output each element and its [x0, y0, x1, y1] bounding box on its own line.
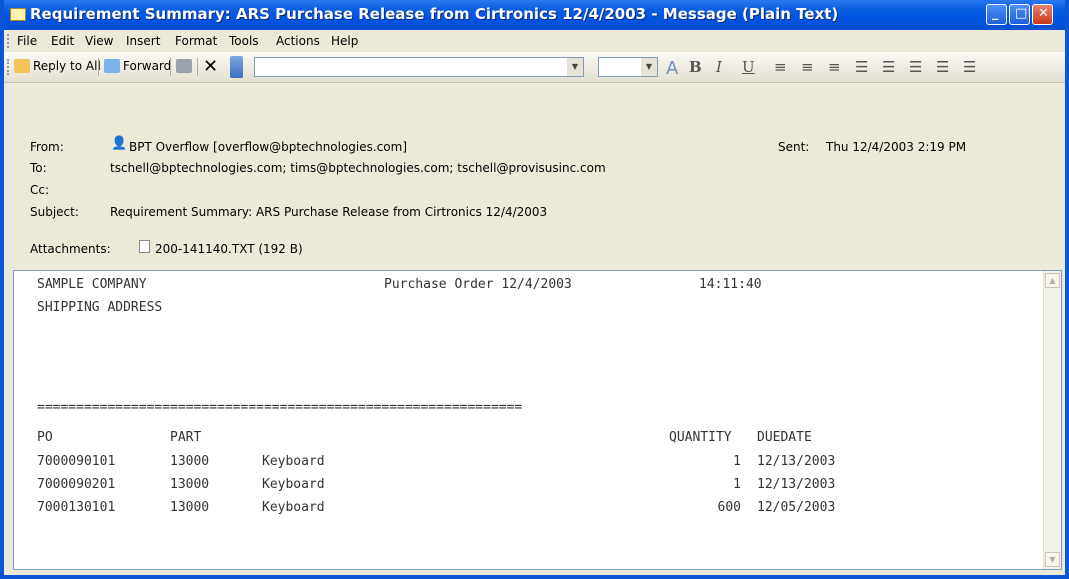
maximize-button[interactable]: □	[1009, 4, 1030, 25]
row-due: 12/05/2003	[757, 500, 836, 515]
chevron-down-icon: ▼	[641, 58, 657, 76]
align-left-icon[interactable]: ≡	[774, 58, 787, 76]
from-value[interactable]: BPT Overflow [overflow@bptechnologies.co…	[129, 140, 407, 154]
message-window: Requirement Summary: ARS Purchase Releas…	[0, 0, 1069, 579]
col-header-part: PART	[170, 430, 202, 445]
print-button[interactable]	[176, 59, 195, 73]
row-due: 12/13/2003	[757, 477, 836, 492]
attachments-label: Attachments:	[30, 242, 111, 256]
align-center-icon[interactable]: ≡	[801, 58, 814, 76]
close-icon: ✕	[1038, 6, 1049, 21]
toolbar-separator	[98, 58, 99, 76]
text-file-icon	[139, 240, 150, 253]
row-desc: Keyboard	[262, 477, 325, 492]
col-header-duedate: DUEDATE	[757, 430, 812, 445]
minimize-icon: _	[992, 6, 999, 21]
row-part: 13000	[170, 454, 210, 469]
font-style-combo[interactable]: ▼	[254, 57, 584, 77]
row-qty: 600	[717, 500, 741, 515]
po-time: 14:11:40	[699, 277, 762, 292]
close-button[interactable]: ✕	[1032, 4, 1053, 25]
toolbar-separator	[170, 58, 171, 76]
toolbar: Reply to All Forward ✕ ▼ ▼ A B I U ≡ ≡ ≡…	[4, 52, 1065, 83]
row-qty: 1	[733, 454, 741, 469]
menu-view[interactable]: View	[85, 34, 113, 48]
reply-all-button[interactable]: Reply to All	[14, 59, 101, 73]
font-color-icon[interactable]: A	[666, 58, 678, 79]
company-name: SAMPLE COMPANY	[37, 277, 147, 292]
sent-value: Thu 12/4/2003 2:19 PM	[826, 140, 967, 154]
menu-bar: File Edit View Insert Format Tools Actio…	[4, 30, 1065, 52]
menu-grip	[7, 34, 12, 48]
toolbar-grip	[7, 59, 12, 75]
row-po: 7000130101	[37, 500, 116, 515]
shipping-address-heading: SHIPPING ADDRESS	[37, 300, 163, 315]
bullets-icon[interactable]: ☰	[855, 58, 868, 76]
reply-all-label: Reply to All	[33, 59, 101, 73]
reply-all-icon	[14, 59, 30, 73]
print-icon	[176, 59, 192, 73]
row-desc: Keyboard	[262, 454, 325, 469]
numbering-icon[interactable]: ☰	[882, 58, 895, 76]
row-part: 13000	[170, 477, 210, 492]
row-due: 12/13/2003	[757, 454, 836, 469]
chevron-down-icon: ▼	[567, 58, 583, 76]
col-header-quantity: QUANTITY	[669, 430, 732, 445]
scroll-up-icon[interactable]: ▲	[1045, 273, 1060, 288]
subject-label: Subject:	[30, 205, 79, 219]
col-header-po: PO	[37, 430, 53, 445]
subject-value: Requirement Summary: ARS Purchase Releas…	[110, 205, 548, 219]
row-po: 7000090201	[37, 477, 116, 492]
underline-icon[interactable]: U	[742, 58, 755, 76]
envelope-icon	[10, 8, 26, 21]
minimize-button[interactable]: _	[986, 4, 1007, 25]
menu-help[interactable]: Help	[331, 34, 358, 48]
message-body[interactable]: SAMPLE COMPANY Purchase Order 12/4/2003 …	[13, 270, 1062, 570]
maximize-icon: □	[1015, 6, 1028, 21]
menu-insert[interactable]: Insert	[126, 34, 160, 48]
toolbar-separator	[197, 58, 198, 76]
forward-button[interactable]: Forward	[104, 59, 171, 73]
contact-icon: 👤	[111, 136, 128, 151]
italic-icon[interactable]: I	[716, 58, 722, 76]
to-label: To:	[30, 161, 47, 175]
menu-tools[interactable]: Tools	[229, 34, 259, 48]
window-title: Requirement Summary: ARS Purchase Releas…	[30, 5, 839, 23]
paragraph-icon[interactable]: ☰	[963, 58, 976, 76]
forward-label: Forward	[123, 59, 172, 73]
menu-file[interactable]: File	[17, 34, 37, 48]
increase-indent-icon[interactable]: ☰	[936, 58, 949, 76]
menu-actions[interactable]: Actions	[276, 34, 320, 48]
delete-button[interactable]: ✕	[203, 56, 218, 77]
attachment-file[interactable]: 200-141140.TXT (192 B)	[155, 242, 303, 256]
from-label: From:	[30, 140, 64, 154]
menu-edit[interactable]: Edit	[51, 34, 74, 48]
title-bar[interactable]: Requirement Summary: ARS Purchase Releas…	[4, 0, 1065, 30]
cc-label: Cc:	[30, 183, 50, 197]
row-desc: Keyboard	[262, 500, 325, 515]
decrease-indent-icon[interactable]: ☰	[909, 58, 922, 76]
message-header: From: 👤 BPT Overflow [overflow@bptechnol…	[4, 83, 1065, 266]
to-value[interactable]: tschell@bptechnologies.com; tims@bptechn…	[110, 161, 606, 175]
sent-label: Sent:	[778, 140, 810, 154]
bold-icon[interactable]: B	[689, 58, 702, 76]
vertical-scrollbar[interactable]: ▲ ▼	[1043, 271, 1061, 569]
row-po: 7000090101	[37, 454, 116, 469]
delete-icon: ✕	[203, 56, 219, 77]
toolbar-overflow-button[interactable]	[230, 56, 243, 78]
scroll-down-icon[interactable]: ▼	[1045, 552, 1060, 567]
row-part: 13000	[170, 500, 210, 515]
po-title: Purchase Order 12/4/2003	[384, 277, 572, 292]
divider-line: ========================================…	[37, 400, 523, 415]
row-qty: 1	[733, 477, 741, 492]
menu-format[interactable]: Format	[175, 34, 217, 48]
forward-icon	[104, 59, 120, 73]
font-size-combo[interactable]: ▼	[598, 57, 658, 77]
align-right-icon[interactable]: ≡	[828, 58, 841, 76]
